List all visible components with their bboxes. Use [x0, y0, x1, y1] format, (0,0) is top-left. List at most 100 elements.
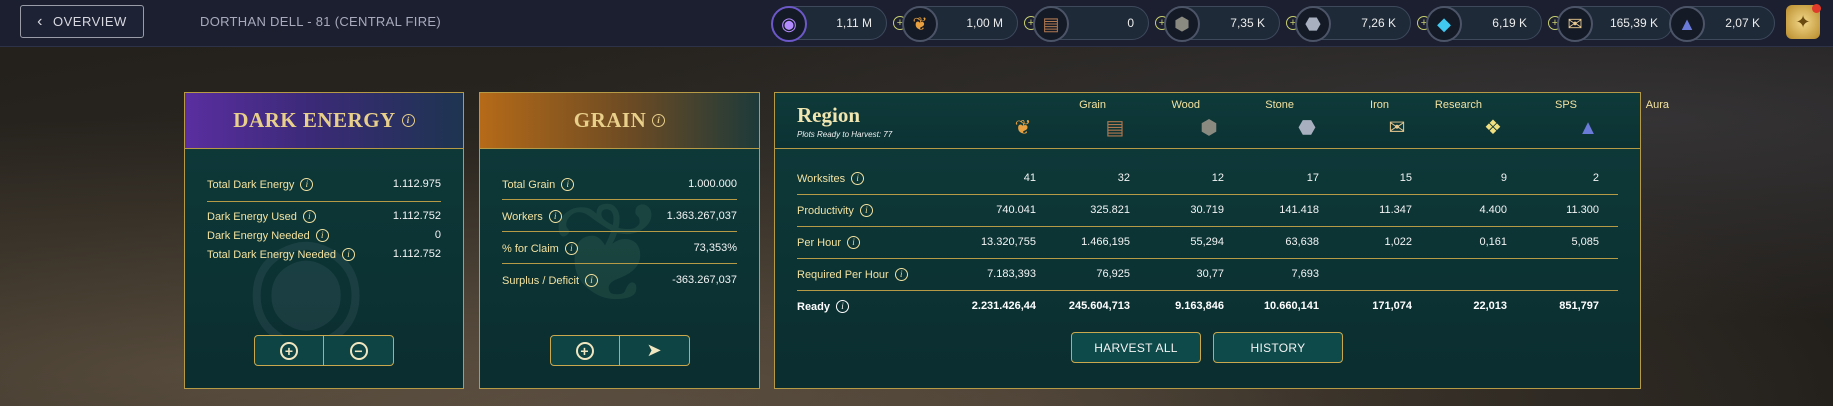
overview-label: OVERVIEW [52, 14, 127, 29]
cell-value: 171,074 [1372, 300, 1412, 312]
resource-iron: ⬣ 7,26 K + [1295, 4, 1431, 42]
harvest-all-button[interactable]: HARVEST ALL [1071, 332, 1201, 363]
info-icon[interactable]: i [836, 300, 850, 313]
resource-research: ✉ 165,39 K [1557, 4, 1673, 42]
aura-icon: ▲ [1578, 117, 1598, 139]
stat-row: % for Claim i 73,353% [502, 242, 737, 255]
resource-pill: ✉ 165,39 K [1557, 6, 1673, 42]
info-icon[interactable]: i [894, 268, 908, 281]
cell-value: 30.719 [1190, 204, 1224, 216]
column-header-sps: SPS [1554, 99, 1577, 111]
resource-value: 165,39 K [1609, 16, 1658, 30]
stat-label: Dark Energy Used [207, 210, 297, 223]
plots-ready-text: Plots Ready to Harvest: 77 [797, 130, 893, 139]
cell-value: 17 [1306, 172, 1319, 184]
info-icon[interactable]: i [300, 178, 314, 191]
divider [502, 199, 737, 200]
resource-value: 7,26 K [1361, 16, 1396, 30]
stat-row: Total Dark Energy Needed i 1.112.752 [207, 248, 441, 261]
info-icon[interactable]: i [342, 248, 356, 261]
resource-pill: ◉ 1,11 M [771, 6, 887, 42]
cell-value: 1.466,195 [1081, 236, 1130, 248]
info-icon[interactable]: i [548, 210, 562, 223]
iron-icon: ⬣ [1295, 6, 1331, 42]
stat-value: 0 [434, 229, 441, 241]
grain-buttons: + ➤ [549, 335, 690, 366]
divider [797, 194, 1618, 195]
cell-value: 76,925 [1096, 268, 1130, 280]
resource-wood: ▤ 0 + [1033, 4, 1169, 42]
column-header-wood: Wood [1171, 99, 1200, 111]
info-icon[interactable]: i [302, 210, 316, 223]
cell-value: 851,797 [1559, 300, 1599, 312]
wood-icon: ▤ [1105, 117, 1125, 139]
dark-energy-buttons: + − [254, 335, 394, 366]
stat-row: Total Grain i 1.000.000 [502, 178, 737, 191]
location-title: DORTHAN DELL - 81 (CENTRAL FIRE) [200, 14, 441, 29]
cell-value: 22,013 [1473, 300, 1507, 312]
add-grain-button[interactable]: + [549, 335, 620, 366]
cell-value: 11.347 [1379, 204, 1412, 216]
resource-value: 0 [1127, 16, 1134, 30]
aura-icon: ▲ [1669, 6, 1705, 42]
overview-button[interactable]: ‹ OVERVIEW [20, 5, 144, 38]
stat-label: Total Dark Energy [207, 178, 295, 191]
row-label: Worksites [797, 172, 846, 185]
remove-dark-energy-button[interactable]: − [324, 335, 394, 366]
cell-value: 15 [1399, 172, 1412, 184]
region-panel: Region Plots Ready to Harvest: 77 Grain … [774, 92, 1669, 389]
info-icon[interactable]: i [652, 114, 666, 127]
cell-value: 740.041 [996, 204, 1036, 216]
history-button[interactable]: HISTORY [1213, 332, 1343, 363]
cell-value: 0,161 [1479, 236, 1507, 248]
stone-icon: ⬢ [1164, 6, 1200, 42]
minus-icon: − [349, 341, 368, 360]
top-bar: ‹ OVERVIEW DORTHAN DELL - 81 (CENTRAL FI… [0, 0, 1833, 47]
info-icon[interactable]: i [315, 229, 329, 242]
cell-value: 30,77 [1196, 268, 1224, 280]
cell-value: 325.821 [1090, 204, 1130, 216]
stat-value: 1.112.975 [392, 178, 441, 190]
dark-energy-title: DARK ENERGY [233, 108, 396, 132]
send-grain-button[interactable]: ➤ [619, 335, 690, 366]
info-icon[interactable]: i [401, 114, 415, 127]
divider [502, 231, 737, 232]
row-label: Productivity [797, 204, 854, 217]
divider [502, 263, 737, 264]
cell-value: 5,085 [1571, 236, 1599, 248]
stat-value: 1.112.752 [392, 210, 441, 222]
cell-value: 11.300 [1566, 204, 1599, 216]
info-icon[interactable]: i [859, 204, 873, 217]
column-header-grain: Grain [1079, 99, 1106, 111]
info-icon[interactable]: i [851, 172, 865, 185]
resource-pill: ▲ 2,07 K [1669, 6, 1775, 42]
resource-value: 2,07 K [1725, 16, 1760, 30]
dark-energy-icon: ◉ [771, 6, 807, 42]
stone-icon: ⬢ [1200, 117, 1218, 139]
grain-title: GRAIN [573, 108, 647, 132]
research-icon: ✉ [1557, 6, 1593, 42]
wood-icon: ▤ [1033, 6, 1069, 42]
info-icon[interactable]: i [564, 242, 578, 255]
cell-value: 55,294 [1190, 236, 1224, 248]
info-icon[interactable]: i [585, 274, 599, 287]
cell-value: 2 [1592, 172, 1599, 184]
avatar[interactable]: ✦ [1786, 4, 1821, 39]
table-row-worksites: Worksites i 41 32 12 17 15 9 2 [797, 166, 1618, 192]
stat-label: Workers [502, 210, 543, 223]
add-dark-energy-button[interactable]: + [254, 335, 324, 366]
notification-dot [1812, 4, 1821, 13]
resource-dark-energy: ◉ 1,11 M + [771, 4, 907, 42]
table-row-required-per-hour: Required Per Hour i 7.183,393 76,925 30,7… [797, 262, 1618, 288]
info-icon[interactable]: i [847, 236, 861, 249]
row-label: Required Per Hour [797, 268, 889, 281]
resource-stone: ⬢ 7,35 K + [1164, 4, 1300, 42]
cell-value: 141.418 [1279, 204, 1319, 216]
research-icon: ✉ [1388, 117, 1406, 139]
resource-value: 1,00 M [966, 16, 1003, 30]
grain-header: GRAIN i [480, 93, 759, 149]
info-icon[interactable]: i [561, 178, 575, 191]
stat-label: Total Grain [502, 178, 556, 191]
send-icon: ➤ [646, 340, 662, 360]
cell-value: 13.320,755 [980, 236, 1036, 248]
